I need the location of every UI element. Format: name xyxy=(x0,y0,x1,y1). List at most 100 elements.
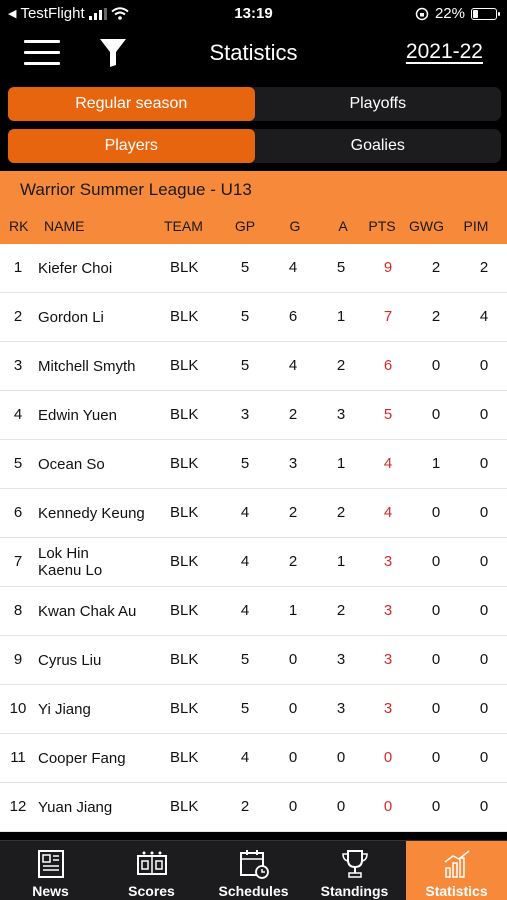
cell-g: 2 xyxy=(288,406,298,423)
cell-name: Cooper Fang xyxy=(38,749,126,767)
cell-pts: 4 xyxy=(383,504,393,521)
table-row[interactable]: 3 Mitchell Smyth BLK 5 4 2 6 0 0 xyxy=(0,342,507,391)
cell-rk: 12 xyxy=(9,798,27,815)
column-pim[interactable]: PIM xyxy=(461,218,491,234)
league-name: Warrior Summer League - U13 xyxy=(20,180,252,199)
cell-a: 3 xyxy=(336,700,346,717)
cell-name: Cyrus Liu xyxy=(38,651,102,669)
cell-gwg: 2 xyxy=(431,259,441,276)
cell-team: BLK xyxy=(170,602,199,619)
cell-pts: 5 xyxy=(383,406,393,423)
cell-gp: 5 xyxy=(240,308,250,325)
cell-gp: 4 xyxy=(240,553,250,570)
cell-g: 0 xyxy=(288,700,298,717)
cell-a: 1 xyxy=(336,553,346,570)
cell-team: BLK xyxy=(170,504,199,521)
cell-pts: 3 xyxy=(383,700,393,717)
segment-playoffs[interactable]: Playoffs xyxy=(255,87,502,121)
cell-gwg: 0 xyxy=(431,504,441,521)
tab-statistics[interactable]: Statistics xyxy=(406,841,507,900)
cell-team: BLK xyxy=(170,749,199,766)
cell-g: 6 xyxy=(288,308,298,325)
cell-pim: 0 xyxy=(479,553,489,570)
column-team[interactable]: TEAM xyxy=(164,218,203,234)
table-row[interactable]: 10 Yi Jiang BLK 5 0 3 3 0 0 xyxy=(0,685,507,734)
cell-a: 3 xyxy=(336,406,346,423)
table-row[interactable]: 5 Ocean So BLK 5 3 1 4 1 0 xyxy=(0,440,507,489)
table-row[interactable]: 8 Kwan Chak Au BLK 4 1 2 3 0 0 xyxy=(0,587,507,636)
table-row[interactable]: 2 Gordon Li BLK 5 6 1 7 2 4 xyxy=(0,293,507,342)
cell-pts: 6 xyxy=(383,357,393,374)
cell-a: 0 xyxy=(336,798,346,815)
column-gp[interactable]: GP xyxy=(230,218,260,234)
calendar-clock-icon xyxy=(239,850,269,879)
cell-pim: 0 xyxy=(479,700,489,717)
tab-label: News xyxy=(32,883,69,899)
cell-gp: 2 xyxy=(240,798,250,815)
cell-name: Yi Jiang xyxy=(38,700,91,718)
cell-gwg: 1 xyxy=(431,455,441,472)
cell-pts: 7 xyxy=(383,308,393,325)
cell-name: Gordon Li xyxy=(38,308,104,326)
column-name[interactable]: NAME xyxy=(44,218,84,234)
cell-team: BLK xyxy=(170,308,199,325)
cell-pim: 0 xyxy=(479,749,489,766)
table-row[interactable]: 9 Cyrus Liu BLK 5 0 3 3 0 0 xyxy=(0,636,507,685)
cell-rk: 2 xyxy=(13,308,23,325)
tab-standings[interactable]: Standings xyxy=(304,841,405,900)
cell-g: 0 xyxy=(288,749,298,766)
table-row[interactable]: 7 Lok Hin Kaenu Lo BLK 4 2 1 3 0 0 xyxy=(0,538,507,587)
cell-team: BLK xyxy=(170,798,199,815)
tab-schedules[interactable]: Schedules xyxy=(203,841,304,900)
tab-bar: News Scores Schedules Standings Statisti… xyxy=(0,840,507,900)
cell-g: 2 xyxy=(288,553,298,570)
season-selector[interactable]: 2021-22 xyxy=(406,40,483,64)
cell-name: Edwin Yuen xyxy=(38,406,117,424)
table-row[interactable]: 11 Cooper Fang BLK 4 0 0 0 0 0 xyxy=(0,734,507,783)
cell-pts: 9 xyxy=(383,259,393,276)
cell-gwg: 0 xyxy=(431,406,441,423)
table-row[interactable]: 4 Edwin Yuen BLK 3 2 3 5 0 0 xyxy=(0,391,507,440)
cell-gwg: 0 xyxy=(431,553,441,570)
battery-icon xyxy=(471,7,500,20)
tab-label: Schedules xyxy=(218,883,289,899)
cell-team: BLK xyxy=(170,455,199,472)
cell-gwg: 0 xyxy=(431,357,441,374)
table-row[interactable]: 6 Kennedy Keung BLK 4 2 2 4 0 0 xyxy=(0,489,507,538)
cell-rk: 8 xyxy=(13,602,23,619)
cell-team: BLK xyxy=(170,651,199,668)
tab-label: Statistics xyxy=(425,883,488,899)
segment-players[interactable]: Players xyxy=(8,129,255,163)
column-gwg[interactable]: GWG xyxy=(409,218,444,234)
column-rk[interactable]: RK xyxy=(9,218,28,234)
table-row[interactable]: 12 Yuan Jiang BLK 2 0 0 0 0 0 xyxy=(0,783,507,832)
league-header: Warrior Summer League - U13 RK NAME TEAM… xyxy=(0,171,507,244)
cell-gp: 5 xyxy=(240,455,250,472)
cell-pim: 2 xyxy=(479,259,489,276)
cell-rk: 9 xyxy=(13,651,23,668)
cell-g: 4 xyxy=(288,259,298,276)
cell-rk: 6 xyxy=(13,504,23,521)
segment-goalies[interactable]: Goalies xyxy=(255,129,502,163)
segment-regular-season[interactable]: Regular season xyxy=(8,87,255,121)
tab-news[interactable]: News xyxy=(0,841,101,900)
cell-name: Kwan Chak Au xyxy=(38,602,137,620)
cell-rk: 7 xyxy=(13,553,23,570)
cell-pts: 0 xyxy=(383,798,393,815)
cell-gwg: 2 xyxy=(431,308,441,325)
cell-g: 4 xyxy=(288,357,298,374)
cell-a: 0 xyxy=(336,749,346,766)
cell-pts: 3 xyxy=(383,602,393,619)
column-pts[interactable]: PTS xyxy=(367,218,397,234)
table-row[interactable]: 1 Kiefer Choi BLK 5 4 5 9 2 2 xyxy=(0,244,507,293)
cell-gp: 5 xyxy=(240,259,250,276)
cell-gwg: 0 xyxy=(431,700,441,717)
cell-pim: 0 xyxy=(479,504,489,521)
tab-scores[interactable]: Scores xyxy=(101,841,202,900)
column-g[interactable]: G xyxy=(280,218,310,234)
cell-a: 3 xyxy=(336,651,346,668)
column-a[interactable]: A xyxy=(328,218,358,234)
cell-gp: 4 xyxy=(240,504,250,521)
cell-gp: 5 xyxy=(240,651,250,668)
cell-name: Mitchell Smyth xyxy=(38,357,136,375)
